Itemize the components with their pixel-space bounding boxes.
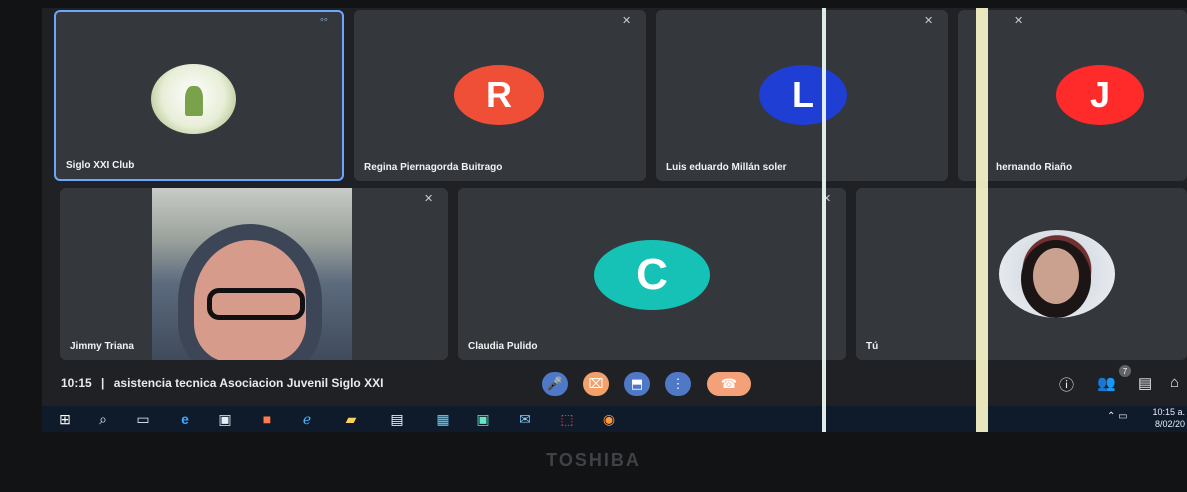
mic-button[interactable]: 🎤: [542, 372, 568, 396]
face: [1033, 248, 1079, 304]
edge-icon[interactable]: e: [176, 410, 194, 428]
avatar-initial: C: [636, 250, 668, 299]
windows-taskbar: ⊞ ⌕ ▭ e ▣ ■ ℯ ▰ ▤ ▦ ▣ ✉ ⬚ ◉ ⌃ ▭ 10:15 a.…: [42, 406, 1187, 432]
hangup-icon: ☎: [720, 376, 738, 391]
search-icon[interactable]: ⌕: [94, 410, 112, 428]
browser-icon[interactable]: ◉: [600, 410, 618, 428]
file-icon[interactable]: ▤: [388, 410, 406, 428]
camera-button[interactable]: ⌧: [583, 372, 609, 396]
participant-name: hernando Riaño: [996, 162, 1073, 173]
participant-name: Regina Piernagorda Buitrago: [364, 162, 503, 173]
muted-icon: ✕: [424, 193, 434, 205]
avatar-initial: R: [486, 74, 512, 115]
tile-luis[interactable]: ✕ L Luis eduardo Millán soler: [656, 10, 948, 181]
participant-video: [152, 188, 352, 360]
ie-icon[interactable]: ℯ: [298, 410, 316, 428]
glasses: [207, 288, 305, 320]
participant-name: Claudia Pulido: [468, 341, 538, 352]
taskbar-clock: 10:15 a. 8/02/20: [1152, 406, 1185, 430]
display-artifact-line: [822, 8, 826, 432]
avatar: J: [1056, 65, 1144, 125]
participant-name: Luis eduardo Millán soler: [666, 162, 787, 173]
people-button[interactable]: 👥: [1097, 374, 1116, 392]
media-icon[interactable]: ▣: [474, 410, 492, 428]
info-icon: ⓘ: [1059, 377, 1075, 394]
leave-call-button[interactable]: ☎: [707, 372, 751, 396]
people-count-badge: 7: [1119, 365, 1131, 377]
more-options-button[interactable]: ⋮: [665, 372, 691, 396]
avatar-initial: L: [792, 74, 814, 115]
meeting-time: 10:15: [61, 376, 92, 390]
meeting-info: 10:15 | asistencia tecnica Asociacion Ju…: [61, 376, 383, 390]
speaking-icon: ◦◦: [320, 14, 328, 26]
tile-regina[interactable]: ✕ R Regina Piernagorda Buitrago: [354, 10, 646, 181]
tray-icons: ⌃ ▭: [1107, 411, 1128, 422]
chat-button[interactable]: ▤: [1138, 374, 1152, 392]
mic-icon: 🎤: [546, 376, 564, 391]
club-logo: [151, 64, 236, 134]
muted-icon: ✕: [622, 15, 632, 27]
tile-siglo-xxi-club[interactable]: ◦◦ Siglo XXI Club: [54, 10, 344, 181]
task-view-icon[interactable]: ▭: [134, 410, 152, 428]
camera-off-icon: ⌧: [588, 376, 604, 391]
folder-icon[interactable]: ▰: [342, 410, 360, 428]
meeting-title: asistencia tecnica Asociacion Juvenil Si…: [113, 376, 384, 390]
activities-icon: ⌂: [1170, 374, 1180, 391]
avatar: R: [454, 65, 544, 125]
activities-button[interactable]: ⌂: [1170, 374, 1179, 391]
monitor-icon[interactable]: ▦: [434, 410, 452, 428]
participant-name: Tú: [866, 341, 879, 352]
tile-jimmy[interactable]: ✕ Jimmy Triana: [60, 188, 448, 360]
tile-self[interactable]: Tú: [856, 188, 1187, 360]
avatar: L: [759, 65, 847, 125]
tile-claudia[interactable]: ✕ C Claudia Pulido: [458, 188, 846, 360]
avatar: C: [594, 240, 710, 310]
meet-screen: ◦◦ Siglo XXI Club ✕ R Regina Piernagorda…: [42, 8, 1187, 432]
tile-j-hernando[interactable]: ✕ J hernando Riaño: [958, 10, 1187, 181]
present-button[interactable]: ⬒: [624, 372, 650, 396]
pdf-icon[interactable]: ⬚: [558, 410, 576, 428]
clock-date: 8/02/20: [1154, 419, 1185, 429]
info-button[interactable]: ⓘ: [1059, 374, 1074, 395]
muted-icon: ✕: [1014, 15, 1024, 27]
present-icon: ⬒: [630, 376, 644, 391]
participant-name: Siglo XXI Club: [66, 160, 135, 171]
avatar-initial: J: [1089, 74, 1111, 115]
meeting-toolbar: 10:15 | asistencia tecnica Asociacion Ju…: [42, 364, 1187, 404]
participant-name: Jimmy Triana: [70, 341, 134, 352]
people-icon: 👥: [1097, 375, 1116, 392]
app-icon[interactable]: ■: [258, 410, 276, 428]
brand-logo: TOSHIBA: [546, 450, 641, 470]
store-icon[interactable]: ▣: [216, 410, 234, 428]
self-photo: [999, 230, 1115, 318]
display-artifact-line: [976, 8, 988, 432]
email-icon[interactable]: ✉: [516, 410, 534, 428]
clock-time: 10:15 a.: [1152, 407, 1185, 417]
more-icon: ⋮: [671, 376, 685, 391]
windows-start-icon[interactable]: ⊞: [56, 410, 74, 428]
chat-icon: ▤: [1138, 375, 1153, 392]
meeting-separator: |: [101, 376, 105, 390]
muted-icon: ✕: [924, 15, 934, 27]
